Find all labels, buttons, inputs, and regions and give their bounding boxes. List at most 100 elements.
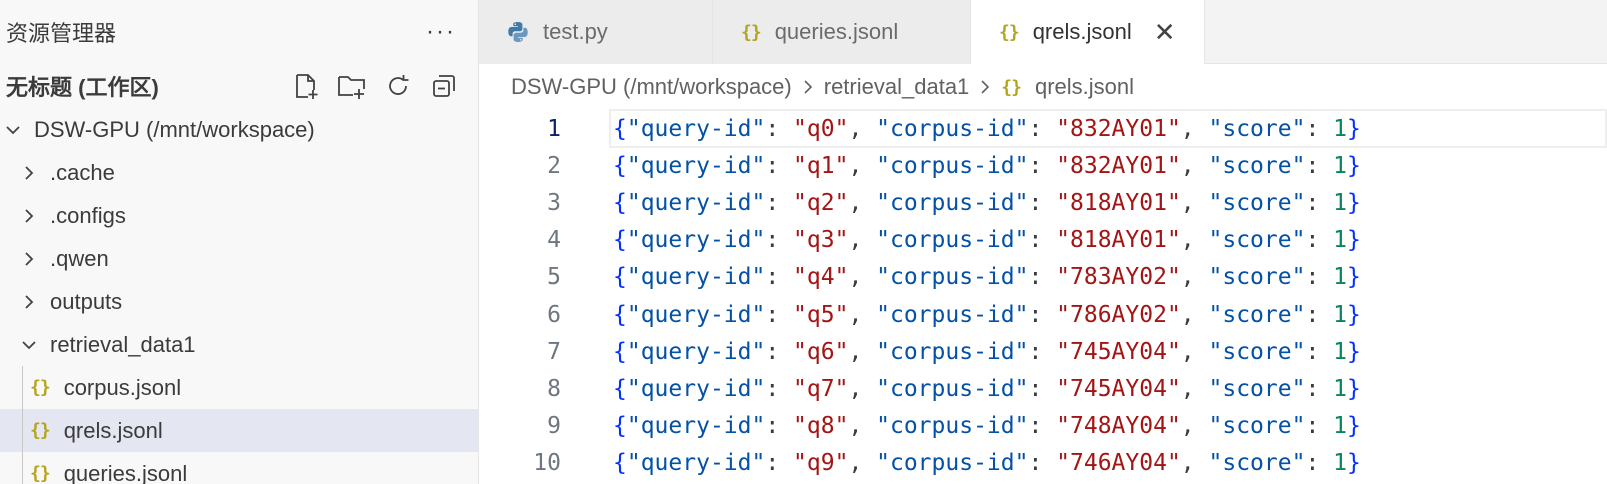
brace: } bbox=[1347, 264, 1361, 291]
punct: : bbox=[1305, 264, 1334, 291]
close-icon[interactable]: ✕ bbox=[1154, 19, 1176, 45]
code-text: {"query-id": "q2", "corpus-id": "818AY01… bbox=[613, 190, 1361, 216]
code-editor[interactable]: 1 {"query-id": "q0", "corpus-id": "832AY0… bbox=[479, 109, 1607, 482]
tree-folder-label: .qwen bbox=[50, 245, 109, 271]
tree-folder-label: retrieval_data1 bbox=[50, 331, 196, 357]
breadcrumb-item[interactable]: DSW-GPU (/mnt/workspace) bbox=[511, 74, 792, 100]
tree-file-queries[interactable]: {} queries.jsonl bbox=[0, 452, 478, 484]
breadcrumb-item[interactable]: qrels.jsonl bbox=[1035, 74, 1134, 100]
json-number: 1 bbox=[1333, 227, 1347, 254]
explorer-title: 资源管理器 bbox=[6, 21, 117, 46]
workspace-header[interactable]: 无标题 (工作区) bbox=[0, 64, 478, 108]
tree-folder-cache[interactable]: .cache bbox=[0, 151, 478, 194]
punct: : bbox=[1305, 413, 1334, 440]
json-key: "score" bbox=[1208, 264, 1306, 291]
punct: : bbox=[1305, 152, 1334, 179]
json-icon: {} bbox=[741, 21, 762, 43]
punct: , bbox=[848, 375, 877, 402]
brace: } bbox=[1347, 301, 1361, 328]
code-text: {"query-id": "q1", "corpus-id": "832AY01… bbox=[613, 153, 1361, 179]
brace: } bbox=[1347, 152, 1361, 179]
json-key: "corpus-id" bbox=[876, 413, 1029, 440]
punct: : bbox=[1028, 301, 1057, 328]
punct: : bbox=[1028, 413, 1057, 440]
code-text: {"query-id": "q6", "corpus-id": "745AY04… bbox=[613, 339, 1361, 365]
tab-qrels-jsonl[interactable]: {} qrels.jsonl ✕ bbox=[971, 0, 1205, 64]
tree-folder-qwen[interactable]: .qwen bbox=[0, 237, 478, 280]
collapse-all-icon[interactable] bbox=[428, 70, 460, 102]
json-key: "score" bbox=[1208, 189, 1306, 216]
brace: } bbox=[1347, 227, 1361, 254]
code-line[interactable]: 7 {"query-id": "q6", "corpus-id": "745AY0… bbox=[479, 333, 1607, 370]
tree-folder-retrieval-data1[interactable]: retrieval_data1 bbox=[0, 323, 478, 366]
chevron-right-icon bbox=[18, 248, 40, 270]
json-number: 1 bbox=[1333, 301, 1347, 328]
code-line[interactable]: 10 {"query-id": "q9", "corpus-id": "746AY… bbox=[479, 445, 1607, 482]
brace: { bbox=[613, 413, 627, 440]
punct: : bbox=[1028, 338, 1057, 365]
editor-tabs: test.py {} queries.jsonl {} qrels.jsonl … bbox=[479, 0, 1607, 64]
tree-file-label: queries.jsonl bbox=[63, 460, 188, 484]
tab-queries-jsonl[interactable]: {} queries.jsonl bbox=[713, 0, 971, 64]
json-key: "query-id" bbox=[626, 450, 766, 477]
tab-label: queries.jsonl bbox=[774, 19, 899, 44]
line-number: 6 bbox=[547, 301, 561, 328]
punct: : bbox=[765, 227, 794, 254]
refresh-icon[interactable] bbox=[382, 70, 414, 102]
tree-folder-outputs[interactable]: outputs bbox=[0, 280, 478, 323]
tab-test-py[interactable]: test.py bbox=[479, 0, 713, 64]
code-line[interactable]: 6 {"query-id": "q5", "corpus-id": "786AY0… bbox=[479, 296, 1607, 333]
code-line[interactable]: 1 {"query-id": "q0", "corpus-id": "832AY0… bbox=[479, 109, 1607, 149]
punct: , bbox=[1180, 413, 1209, 440]
tree-file-label: qrels.jsonl bbox=[63, 417, 163, 443]
punct: : bbox=[765, 375, 794, 402]
punct: , bbox=[848, 264, 877, 291]
json-key: "query-id" bbox=[626, 301, 766, 328]
json-number: 1 bbox=[1333, 264, 1347, 291]
tree-file-qrels[interactable]: {} qrels.jsonl bbox=[0, 409, 478, 452]
code-line[interactable]: 2 {"query-id": "q1", "corpus-id": "832AY0… bbox=[479, 147, 1607, 184]
indent-guide bbox=[22, 366, 23, 409]
code-text: {"query-id": "q3", "corpus-id": "818AY01… bbox=[613, 227, 1361, 253]
workspace-title: 无标题 (工作区) bbox=[6, 75, 159, 100]
json-string: "786AY02" bbox=[1056, 301, 1181, 328]
tree-file-corpus[interactable]: {} corpus.jsonl bbox=[0, 366, 478, 409]
explorer-header: 资源管理器 ··· bbox=[0, 0, 478, 64]
new-file-icon[interactable] bbox=[290, 70, 322, 102]
punct: : bbox=[765, 115, 794, 142]
tree-folder-label: outputs bbox=[50, 288, 123, 314]
json-icon: {} bbox=[30, 377, 51, 398]
brace: { bbox=[613, 375, 627, 402]
line-number: 5 bbox=[547, 264, 561, 291]
code-line[interactable]: 4 {"query-id": "q3", "corpus-id": "818AY0… bbox=[479, 222, 1607, 259]
json-number: 1 bbox=[1333, 450, 1347, 477]
brace: { bbox=[613, 450, 627, 477]
tree-root-folder[interactable]: DSW-GPU (/mnt/workspace) bbox=[0, 108, 478, 151]
breadcrumb-item[interactable]: retrieval_data1 bbox=[824, 74, 970, 100]
brace: } bbox=[1347, 115, 1361, 142]
punct: : bbox=[1305, 189, 1334, 216]
punct: : bbox=[765, 338, 794, 365]
json-string: "746AY04" bbox=[1056, 450, 1181, 477]
punct: , bbox=[1180, 115, 1209, 142]
code-line[interactable]: 3 {"query-id": "q2", "corpus-id": "818AY0… bbox=[479, 184, 1607, 221]
punct: : bbox=[1028, 152, 1057, 179]
json-key: "corpus-id" bbox=[876, 115, 1029, 142]
line-number: 7 bbox=[547, 338, 561, 365]
code-text: {"query-id": "q9", "corpus-id": "746AY04… bbox=[613, 450, 1361, 476]
chevron-right-icon bbox=[18, 205, 40, 227]
code-line[interactable]: 9 {"query-id": "q8", "corpus-id": "748AY0… bbox=[479, 408, 1607, 445]
tree-folder-configs[interactable]: .configs bbox=[0, 194, 478, 237]
indent-guide bbox=[22, 409, 23, 452]
code-line[interactable]: 8 {"query-id": "q7", "corpus-id": "745AY0… bbox=[479, 370, 1607, 407]
punct: , bbox=[848, 227, 877, 254]
chevron-down-icon bbox=[18, 334, 40, 356]
json-key: "query-id" bbox=[626, 189, 766, 216]
json-key: "query-id" bbox=[626, 413, 766, 440]
more-actions-button[interactable]: ··· bbox=[426, 18, 456, 46]
punct: , bbox=[848, 301, 877, 328]
json-key: "query-id" bbox=[626, 152, 766, 179]
punct: : bbox=[1028, 375, 1057, 402]
new-folder-icon[interactable] bbox=[336, 70, 368, 102]
code-line[interactable]: 5 {"query-id": "q4", "corpus-id": "783AY0… bbox=[479, 259, 1607, 296]
